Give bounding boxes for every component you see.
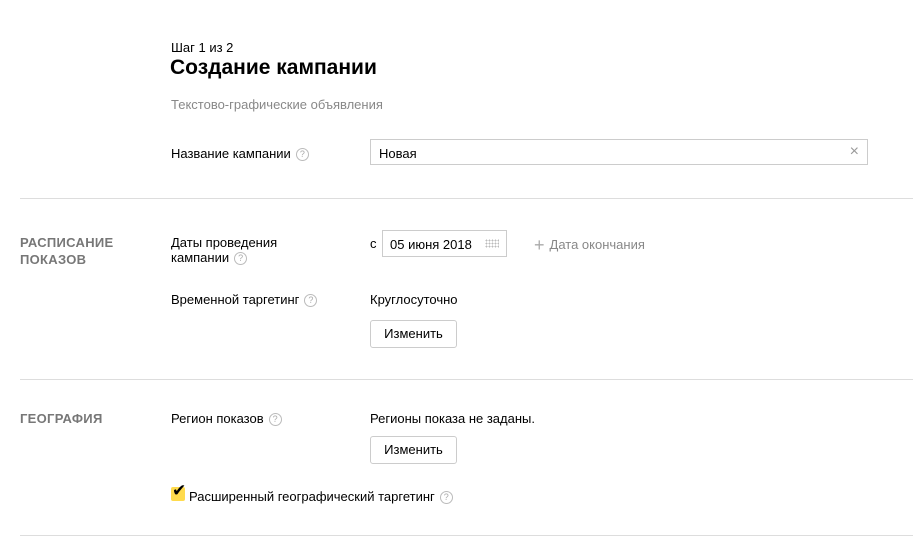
change-region-button[interactable]: Изменить <box>370 436 457 464</box>
checkmark-icon: ✔ <box>172 481 187 500</box>
time-targeting-value: Круглосуточно <box>370 292 458 307</box>
help-icon[interactable]: ? <box>439 491 453 504</box>
add-end-date-link[interactable]: + Дата окончания <box>534 235 645 256</box>
campaign-name-input[interactable]: Новая × <box>370 139 868 165</box>
start-date-picker[interactable]: 05 июня 2018 <box>382 230 507 257</box>
step-indicator: Шаг 1 из 2 <box>171 40 234 55</box>
label-text: Название кампании <box>171 146 291 161</box>
region-label: Регион показов? <box>171 411 282 426</box>
extended-geo-label[interactable]: Расширенный географический таргетинг? <box>189 489 453 504</box>
divider <box>20 198 913 199</box>
label-text: Временной таргетинг <box>171 292 300 307</box>
clear-icon[interactable]: × <box>850 143 859 161</box>
label-text: Расширенный географический таргетинг <box>189 489 435 504</box>
region-value: Регионы показа не заданы. <box>370 411 535 426</box>
link-text: Дата окончания <box>549 237 645 252</box>
help-icon[interactable]: ? <box>268 413 282 426</box>
start-date-value: 05 июня 2018 <box>390 237 472 252</box>
section-schedule-title: РАСПИСАНИЕ ПОКАЗОВ <box>20 235 114 267</box>
divider <box>20 535 913 536</box>
label-text: Даты проведения кампании <box>171 235 278 265</box>
plus-icon: + <box>534 235 545 255</box>
label-text: Регион показов <box>171 411 264 426</box>
time-targeting-label: Временной таргетинг? <box>171 292 318 307</box>
page-title: Создание кампании <box>170 56 377 79</box>
calendar-icon[interactable] <box>485 239 499 248</box>
help-icon[interactable]: ? <box>234 252 248 265</box>
from-prefix: с <box>370 236 377 251</box>
input-value: Новая <box>379 146 417 161</box>
extended-geo-checkbox[interactable]: ✔ <box>171 481 186 501</box>
help-icon[interactable]: ? <box>304 294 318 307</box>
section-geo-title: ГЕОГРАФИЯ <box>20 411 103 426</box>
campaign-name-label: Название кампании? <box>171 146 309 161</box>
divider <box>20 379 913 380</box>
change-time-targeting-button[interactable]: Изменить <box>370 320 457 348</box>
campaign-type: Текстово-графические объявления <box>171 97 383 112</box>
help-icon[interactable]: ? <box>295 148 309 161</box>
dates-label: Даты проведения кампании? <box>171 235 301 265</box>
